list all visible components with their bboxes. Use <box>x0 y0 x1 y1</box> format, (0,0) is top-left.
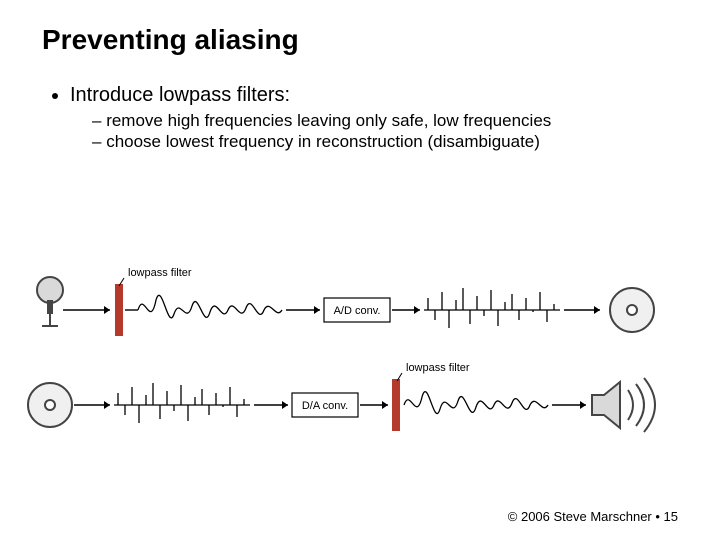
da-converter-box: D/A conv. <box>292 393 358 417</box>
lowpass-label-2: lowpass filter <box>406 362 470 374</box>
ad-label: A/D conv. <box>334 305 381 317</box>
arrow-icon <box>63 306 110 314</box>
arrow-icon <box>392 306 420 314</box>
waveform-reconstructed-icon <box>404 392 548 414</box>
bullet-intro-text: Introduce lowpass filters: <box>70 84 290 106</box>
subbullet-choose: choose lowest frequency in reconstructio… <box>92 132 678 152</box>
signal-pipeline-diagram: lowpass filter A/D conv. <box>20 240 700 460</box>
discrete-samples-icon <box>424 288 560 328</box>
disc-icon <box>610 288 654 332</box>
arrow-icon <box>286 306 320 314</box>
discrete-samples-icon <box>114 383 250 423</box>
ad-converter-box: A/D conv. <box>324 298 390 322</box>
arrow-icon <box>74 401 110 409</box>
da-label: D/A conv. <box>302 400 348 412</box>
lowpass-filter-icon: lowpass filter <box>115 267 192 336</box>
microphone-icon <box>37 277 63 326</box>
slide-footer: © 2006 Steve Marschner • 15 <box>508 509 678 524</box>
arrow-icon <box>564 306 600 314</box>
speaker-icon <box>592 378 655 432</box>
lowpass-filter-icon: lowpass filter <box>392 362 470 431</box>
disc-icon <box>28 383 72 427</box>
bullet-intro: Introduce lowpass filters: remove high f… <box>70 84 678 152</box>
subbullet-remove: remove high frequencies leaving only saf… <box>92 111 678 131</box>
lowpass-label-1: lowpass filter <box>128 267 192 279</box>
arrow-icon <box>360 401 388 409</box>
arrow-icon <box>254 401 288 409</box>
waveform-filtered-icon <box>138 295 282 318</box>
arrow-icon <box>552 401 586 409</box>
slide-title: Preventing aliasing <box>42 24 678 56</box>
